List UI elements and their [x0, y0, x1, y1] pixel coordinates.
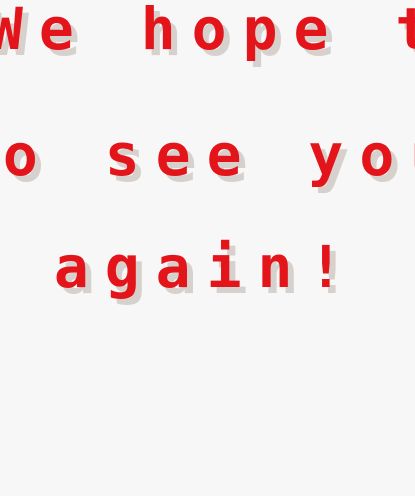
message-line-1: We hope to	[0, 0, 415, 63]
message-line-2: to see you	[0, 121, 415, 189]
game-screen: We hope to to see you n again!	[0, 0, 415, 496]
message-line-3: n again!	[0, 233, 360, 301]
